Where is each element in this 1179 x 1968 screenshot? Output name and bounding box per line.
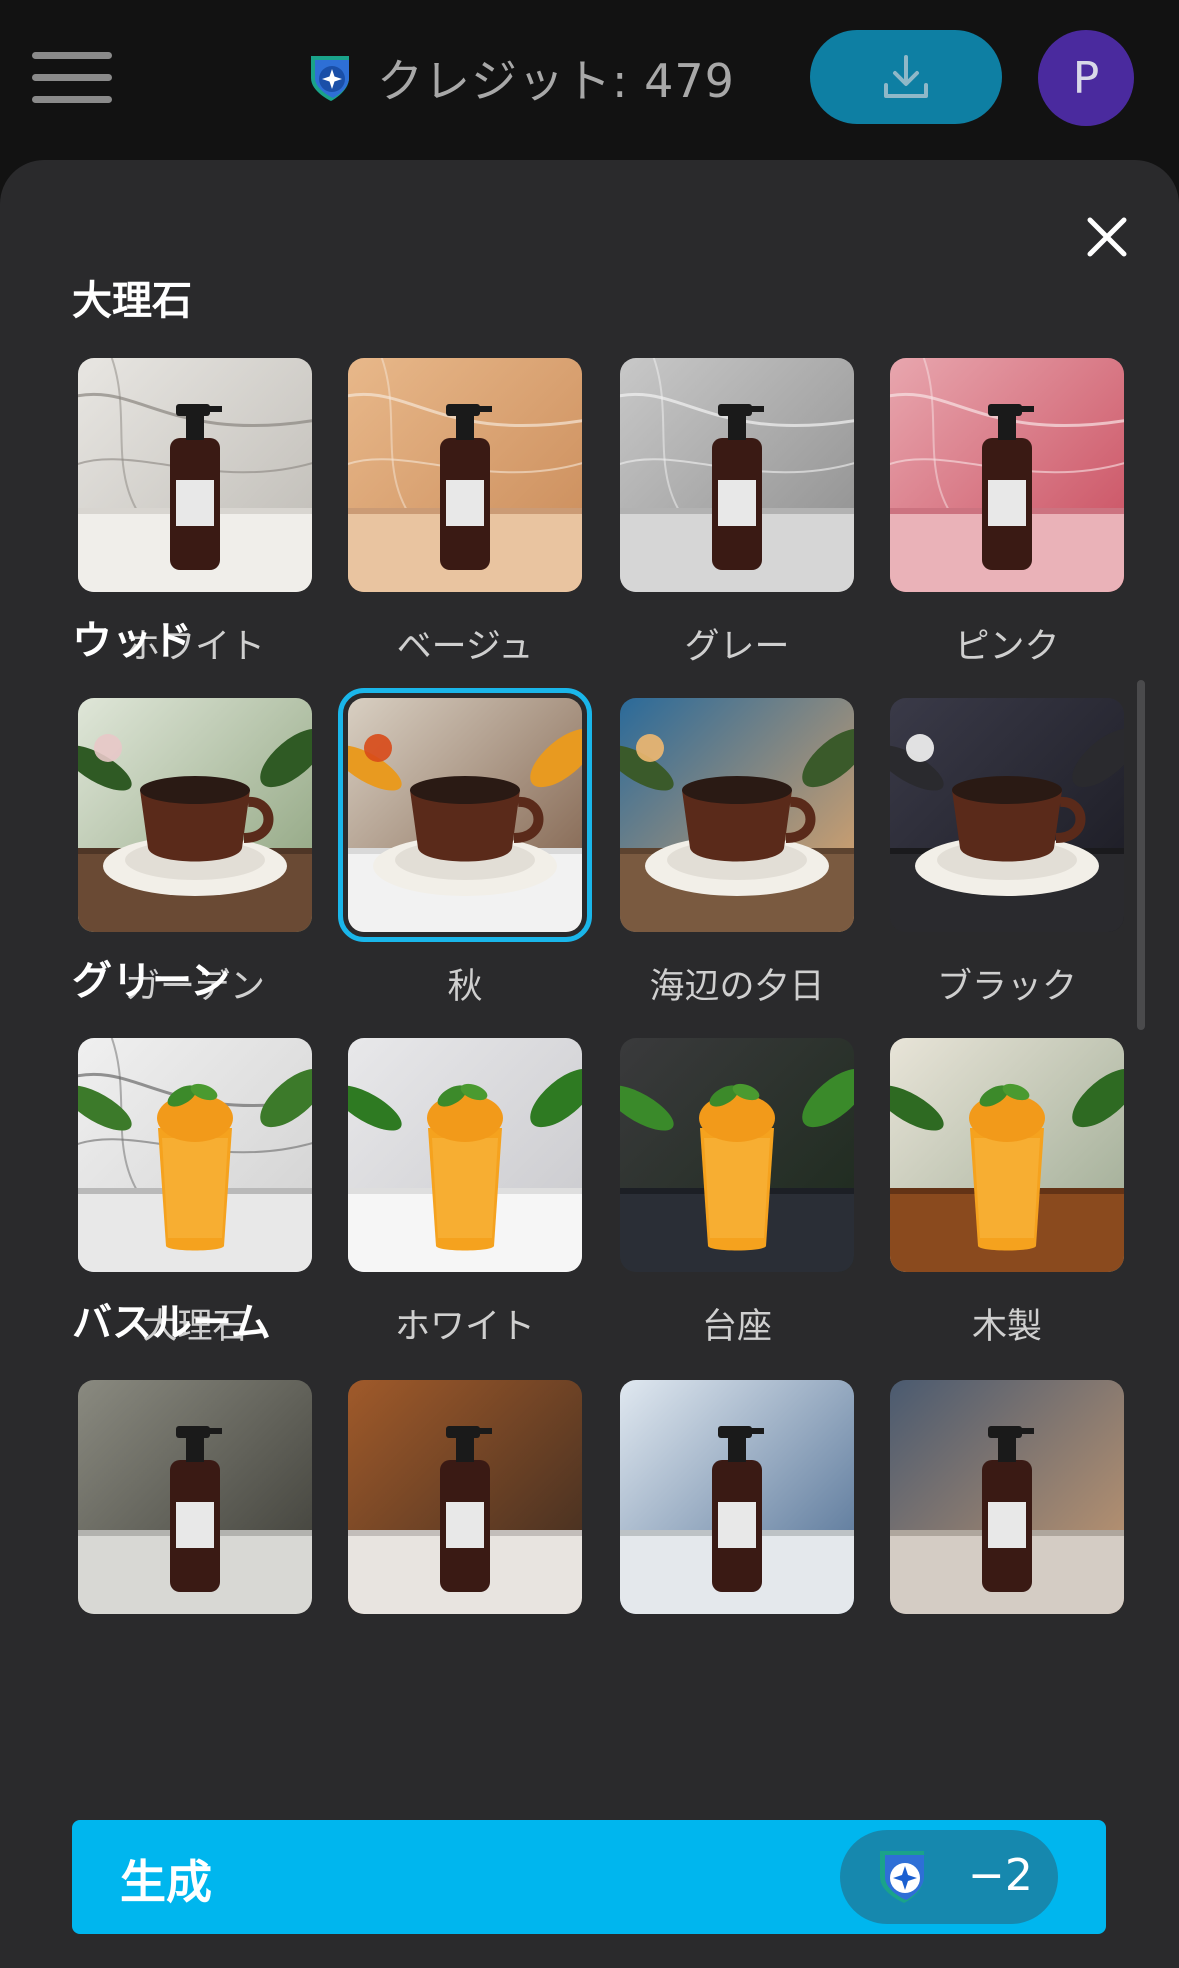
background-option-green-white[interactable] <box>348 1038 582 1272</box>
download-icon <box>884 55 928 98</box>
section-title: グリーン <box>72 958 230 1004</box>
background-option-bath-4[interactable] <box>890 1380 1124 1614</box>
background-picker-sheet: 大理石 ホワイト ベージュ グレー ピンク ウッド ガーデン 秋 海辺の夕日 ブ… <box>0 160 1179 1968</box>
avatar-letter: P <box>1072 52 1100 104</box>
section-title: ウッド <box>72 618 192 664</box>
background-option-green-marble[interactable] <box>78 1038 312 1272</box>
credits-text: クレジット: 479 <box>377 54 735 108</box>
background-option-label: 海辺の夕日 <box>649 967 825 1007</box>
scroll-fade <box>0 1740 1179 1800</box>
background-option-label: 台座 <box>701 1307 772 1347</box>
generate-label: 生成 <box>120 1855 212 1909</box>
background-option-label: ベージュ <box>396 627 534 667</box>
close-icon[interactable] <box>1080 210 1134 264</box>
credits-display: クレジット: 479 <box>305 48 735 108</box>
background-option-pedestal[interactable] <box>620 1038 854 1272</box>
background-option-garden[interactable] <box>78 698 312 932</box>
generate-button[interactable]: 生成 −2 <box>72 1820 1106 1934</box>
avatar[interactable]: P <box>1038 30 1134 126</box>
background-option-label: ホワイト <box>394 1307 535 1347</box>
background-option-pink-marble[interactable] <box>890 358 1124 592</box>
credits-shield-icon <box>311 56 349 101</box>
credit-cost-badge: −2 <box>840 1830 1058 1924</box>
credit-cost: −2 <box>968 1850 1033 1901</box>
top-bar: クレジット: 479 P <box>0 0 1179 160</box>
background-option-label: 秋 <box>447 967 483 1007</box>
section-title: 大理石 <box>72 278 192 324</box>
background-option-label: ブラック <box>936 967 1077 1007</box>
background-option-beige-marble[interactable] <box>348 358 582 592</box>
background-option-bath-2[interactable] <box>348 1380 582 1614</box>
background-option-black[interactable] <box>890 698 1124 932</box>
download-button[interactable] <box>810 30 1002 124</box>
section-title: バスルーム <box>72 1300 271 1346</box>
credits-shield-icon <box>880 1851 924 1903</box>
background-option-bath-3[interactable] <box>620 1380 854 1614</box>
background-option-seaside-sunset[interactable] <box>620 698 854 932</box>
background-option-label: グレー <box>684 627 790 667</box>
background-option-wooden[interactable] <box>890 1038 1124 1272</box>
background-option-label: ピンク <box>954 627 1060 667</box>
background-option-autumn[interactable] <box>338 688 592 942</box>
background-option-white-marble[interactable] <box>78 358 312 592</box>
background-option-grey-marble[interactable] <box>620 358 854 592</box>
background-option-label: 木製 <box>971 1307 1042 1347</box>
background-option-bath-1[interactable] <box>78 1380 312 1614</box>
hamburger-menu-icon[interactable] <box>32 50 112 106</box>
